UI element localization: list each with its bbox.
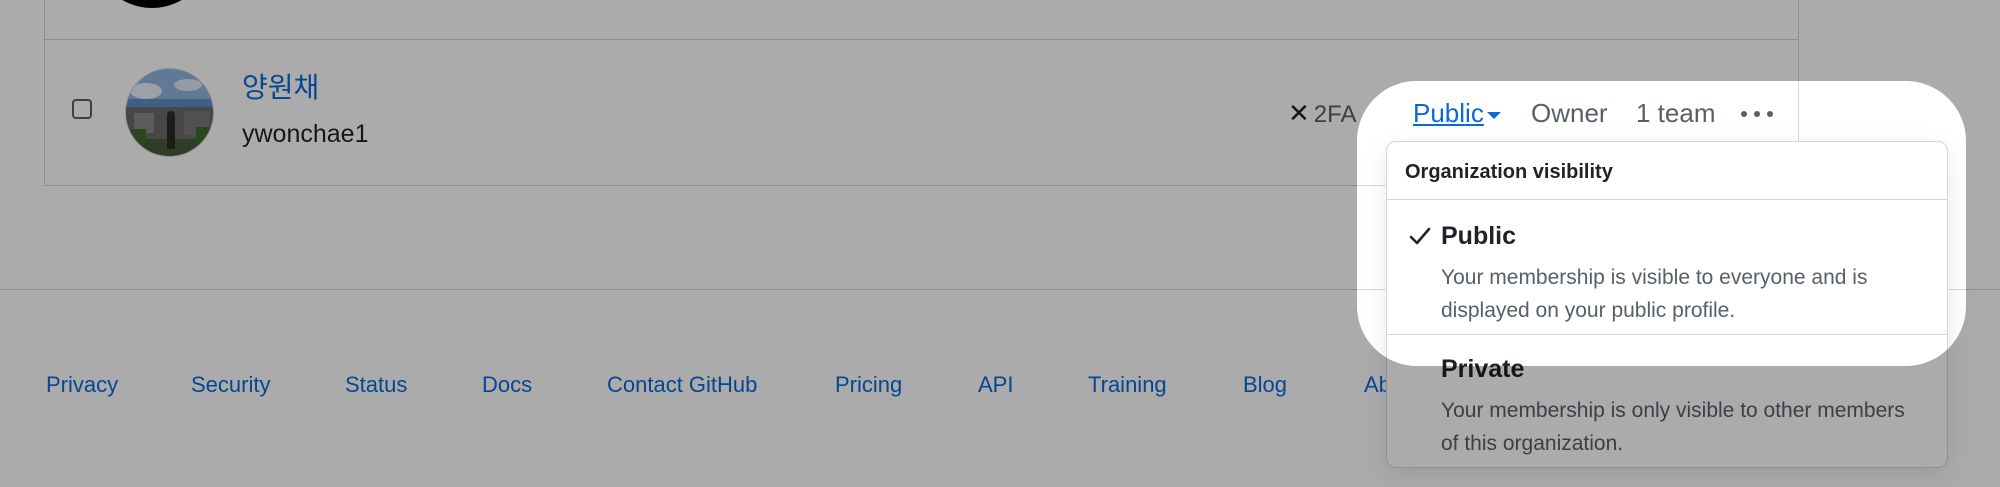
footer-link-security[interactable]: Security xyxy=(191,374,270,396)
footer-link-docs[interactable]: Docs xyxy=(482,374,532,396)
twofa-status: ✕ 2FA xyxy=(1288,100,1357,127)
visibility-option-public[interactable]: Public Your membership is visible to eve… xyxy=(1387,200,1947,335)
member-select-checkbox[interactable] xyxy=(72,99,92,119)
page: 양원채 ywonchae1 ✕ 2FA Public Owner 1 team P… xyxy=(0,0,2000,487)
member-avatar[interactable] xyxy=(125,68,214,157)
footer-link-contact-github[interactable]: Contact GitHub xyxy=(607,374,757,396)
footer-link-blog[interactable]: Blog xyxy=(1243,374,1287,396)
member-role[interactable]: Owner xyxy=(1531,100,1608,126)
footer-link-privacy[interactable]: Privacy xyxy=(46,374,118,396)
x-icon: ✕ xyxy=(1288,98,1310,128)
footer-link-training[interactable]: Training xyxy=(1088,374,1167,396)
kebab-horizontal-icon[interactable] xyxy=(1739,104,1775,124)
twofa-label: 2FA xyxy=(1313,101,1357,128)
caret-down-icon xyxy=(1486,111,1501,119)
footer-link-status[interactable]: Status xyxy=(345,374,407,396)
visibility-option-private[interactable]: Private Your membership is only visible … xyxy=(1387,335,1947,467)
footer-link-pricing[interactable]: Pricing xyxy=(835,374,902,396)
visibility-label: Public xyxy=(1413,98,1484,128)
member-teams[interactable]: 1 team xyxy=(1636,100,1716,126)
visibility-menu-header: Organization visibility xyxy=(1387,142,1947,200)
visibility-option-description: Your membership is only visible to other… xyxy=(1441,399,1905,455)
visibility-option-title: Public xyxy=(1441,222,1517,250)
visibility-dropdown-button[interactable]: Public xyxy=(1413,100,1501,126)
row-divider xyxy=(45,39,1798,40)
footer-link-api[interactable]: API xyxy=(978,374,1013,396)
member-display-name[interactable]: 양원채 xyxy=(242,74,319,102)
member-login: ywonchae1 xyxy=(242,120,369,148)
visibility-option-title: Private xyxy=(1441,355,1525,383)
visibility-option-description: Your membership is visible to everyone a… xyxy=(1441,266,1868,322)
check-icon xyxy=(1409,227,1431,245)
visibility-menu: Organization visibility Public Your memb… xyxy=(1386,141,1948,468)
